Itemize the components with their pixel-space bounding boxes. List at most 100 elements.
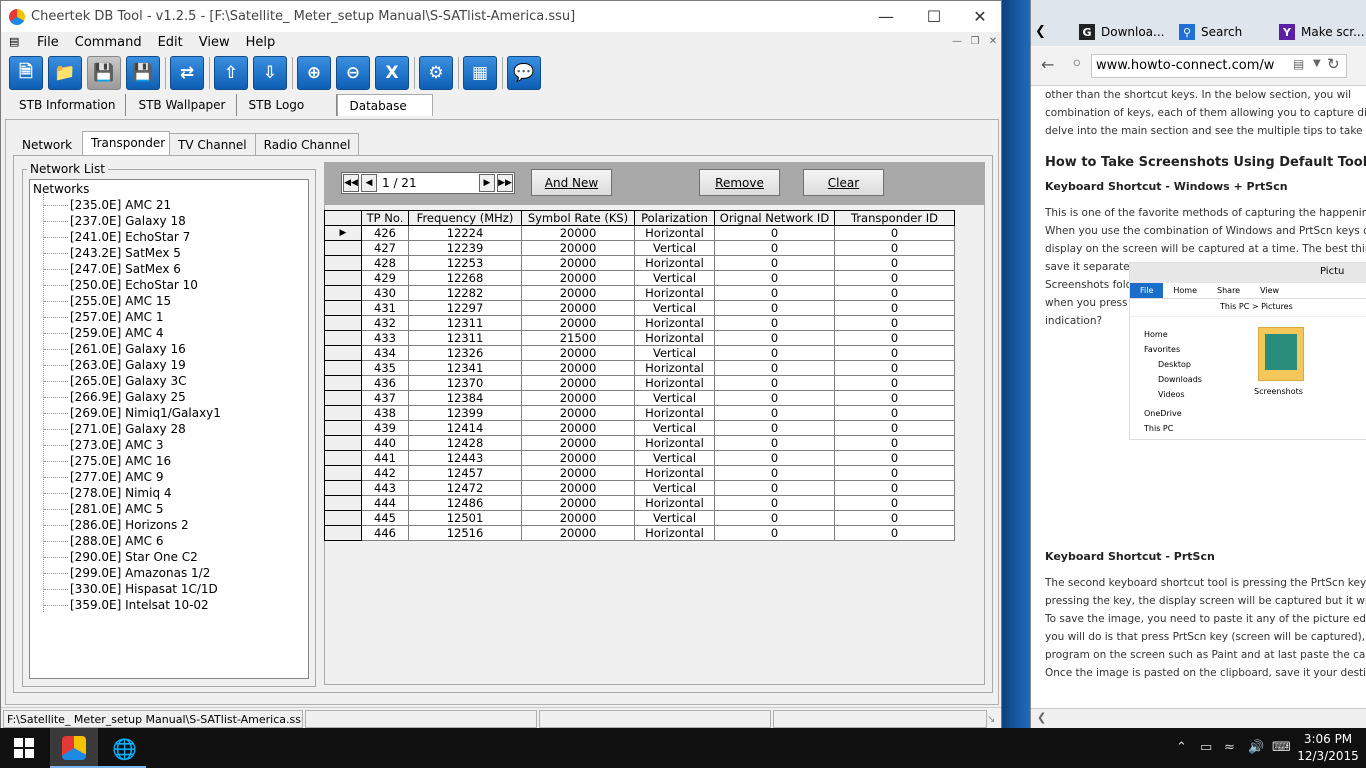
row-header[interactable]	[324, 495, 362, 511]
cell-frequency[interactable]: 12282	[408, 285, 522, 301]
cell-symbol-rate[interactable]: 20000	[521, 315, 635, 331]
table-row[interactable]: 430 12282 20000 Horizontal 0 0	[324, 285, 955, 301]
row-header[interactable]	[324, 465, 362, 481]
cell-symbol-rate[interactable]: 20000	[521, 405, 635, 421]
cell-symbol-rate[interactable]: 20000	[521, 270, 635, 286]
zoom-out-icon[interactable]: ⊖	[336, 56, 370, 90]
browser-tab[interactable]: G Downloa...	[1079, 20, 1164, 44]
cell-original-network-id[interactable]: 0	[714, 480, 835, 496]
mdi-minimize-icon[interactable]: —	[949, 34, 965, 49]
cell-transponder-id[interactable]: 0	[834, 225, 955, 241]
table-row[interactable]: 442 12457 20000 Horizontal 0 0	[324, 465, 955, 481]
cell-symbol-rate[interactable]: 20000	[521, 285, 635, 301]
cell-original-network-id[interactable]: 0	[714, 240, 835, 256]
cell-tp-no[interactable]: 427	[361, 240, 409, 256]
cell-polarization[interactable]: Horizontal	[634, 330, 715, 346]
cell-symbol-rate[interactable]: 20000	[521, 510, 635, 526]
table-row[interactable]: 444 12486 20000 Horizontal 0 0	[324, 495, 955, 511]
tree-node-satellite[interactable]: [278.0E] Nimiq 4	[44, 486, 172, 500]
device-icon[interactable]: ▦	[463, 56, 497, 90]
tree-node-satellite[interactable]: [237.0E] Galaxy 18	[44, 214, 186, 228]
cell-frequency[interactable]: 12399	[408, 405, 522, 421]
table-row[interactable]: 443 12472 20000 Vertical 0 0	[324, 480, 955, 496]
record-position[interactable]: 1 / 21	[378, 176, 478, 190]
cell-transponder-id[interactable]: 0	[834, 375, 955, 391]
cell-transponder-id[interactable]: 0	[834, 480, 955, 496]
cell-polarization[interactable]: Horizontal	[634, 360, 715, 376]
taskbar-cheertek-app[interactable]	[50, 728, 98, 768]
cell-frequency[interactable]: 12370	[408, 375, 522, 391]
cell-original-network-id[interactable]: 0	[714, 315, 835, 331]
tree-node-satellite[interactable]: [290.0E] Star One C2	[44, 550, 198, 564]
cell-frequency[interactable]: 12297	[408, 300, 522, 316]
tree-node-satellite[interactable]: [263.0E] Galaxy 19	[44, 358, 186, 372]
row-header[interactable]	[324, 390, 362, 406]
url-field[interactable]: www.howto-connect.com/w	[1091, 54, 1347, 78]
tree-node-satellite[interactable]: [243.2E] SatMex 5	[44, 246, 181, 260]
minimize-button[interactable]: —	[863, 1, 909, 32]
row-header[interactable]	[324, 405, 362, 421]
table-row[interactable]: 434 12326 20000 Vertical 0 0	[324, 345, 955, 361]
menu-file[interactable]: File	[29, 35, 67, 50]
cell-tp-no[interactable]: 444	[361, 495, 409, 511]
cell-polarization[interactable]: Vertical	[634, 480, 715, 496]
cell-frequency[interactable]: 12341	[408, 360, 522, 376]
windows-start-icon[interactable]	[14, 738, 34, 758]
cell-frequency[interactable]: 12443	[408, 450, 522, 466]
tab-database[interactable]: Database	[336, 94, 433, 116]
cell-frequency[interactable]: 12516	[408, 525, 522, 541]
cell-tp-no[interactable]: 445	[361, 510, 409, 526]
cell-original-network-id[interactable]: 0	[714, 345, 835, 361]
table-row[interactable]: 428 12253 20000 Horizontal 0 0	[324, 255, 955, 271]
tray-chevron-icon[interactable]: ⌃	[1176, 740, 1187, 755]
cell-tp-no[interactable]: 430	[361, 285, 409, 301]
new-file-icon[interactable]: 🗎	[9, 56, 43, 90]
mdi-restore-icon[interactable]: ❐	[967, 34, 983, 49]
keyboard-icon[interactable]: ⌨	[1272, 740, 1291, 755]
save-icon[interactable]: 💾	[126, 56, 160, 90]
tree-root[interactable]: Networks	[33, 182, 89, 196]
cell-frequency[interactable]: 12486	[408, 495, 522, 511]
cell-polarization[interactable]: Horizontal	[634, 405, 715, 421]
cell-tp-no[interactable]: 432	[361, 315, 409, 331]
cell-transponder-id[interactable]: 0	[834, 270, 955, 286]
tree-node-satellite[interactable]: [281.0E] AMC 5	[44, 502, 164, 516]
tree-node-satellite[interactable]: [265.0E] Galaxy 3C	[43, 374, 186, 388]
cell-original-network-id[interactable]: 0	[714, 285, 835, 301]
cell-frequency[interactable]: 12253	[408, 255, 522, 271]
table-row[interactable]: 433 12311 21500 Horizontal 0 0	[324, 330, 955, 346]
excel-export-icon[interactable]: X	[375, 56, 409, 90]
title-bar[interactable]: Cheertek DB Tool - v1.2.5 - [F:\Satellit…	[1, 1, 1001, 32]
cell-polarization[interactable]: Vertical	[634, 390, 715, 406]
cell-transponder-id[interactable]: 0	[834, 285, 955, 301]
settings-icon[interactable]: ⚙	[419, 56, 453, 90]
table-row[interactable]: 435 12341 20000 Horizontal 0 0	[324, 360, 955, 376]
cell-frequency[interactable]: 12239	[408, 240, 522, 256]
cell-original-network-id[interactable]: 0	[714, 405, 835, 421]
system-menu-icon[interactable]: ▤	[9, 35, 25, 49]
col-transponder-id[interactable]: Transponder ID	[834, 210, 955, 226]
last-record-icon[interactable]: ▶▶	[497, 174, 513, 192]
cell-tp-no[interactable]: 426	[361, 225, 409, 241]
cell-frequency[interactable]: 12501	[408, 510, 522, 526]
cell-tp-no[interactable]: 428	[361, 255, 409, 271]
cell-polarization[interactable]: Horizontal	[634, 285, 715, 301]
cell-symbol-rate[interactable]: 20000	[521, 360, 635, 376]
cell-original-network-id[interactable]: 0	[714, 330, 835, 346]
browser-tab[interactable]: ⚲ Search	[1179, 20, 1242, 44]
cell-original-network-id[interactable]: 0	[714, 225, 835, 241]
cell-frequency[interactable]: 12311	[408, 330, 522, 346]
cell-symbol-rate[interactable]: 20000	[521, 495, 635, 511]
tree-node-satellite[interactable]: [299.0E] Amazonas 1/2	[43, 566, 210, 580]
table-row[interactable]: 432 12311 20000 Horizontal 0 0	[324, 315, 955, 331]
cell-tp-no[interactable]: 436	[361, 375, 409, 391]
table-row[interactable]: 427 12239 20000 Vertical 0 0	[324, 240, 955, 256]
tree-node-satellite[interactable]: [266.9E] Galaxy 25	[44, 390, 186, 404]
cell-polarization[interactable]: Vertical	[634, 270, 715, 286]
cell-tp-no[interactable]: 440	[361, 435, 409, 451]
first-record-icon[interactable]: ◀◀	[343, 174, 359, 192]
cell-transponder-id[interactable]: 0	[834, 300, 955, 316]
cell-tp-no[interactable]: 442	[361, 465, 409, 481]
cell-tp-no[interactable]: 434	[361, 345, 409, 361]
horizontal-scrollbar[interactable]: ❮	[1031, 708, 1366, 728]
